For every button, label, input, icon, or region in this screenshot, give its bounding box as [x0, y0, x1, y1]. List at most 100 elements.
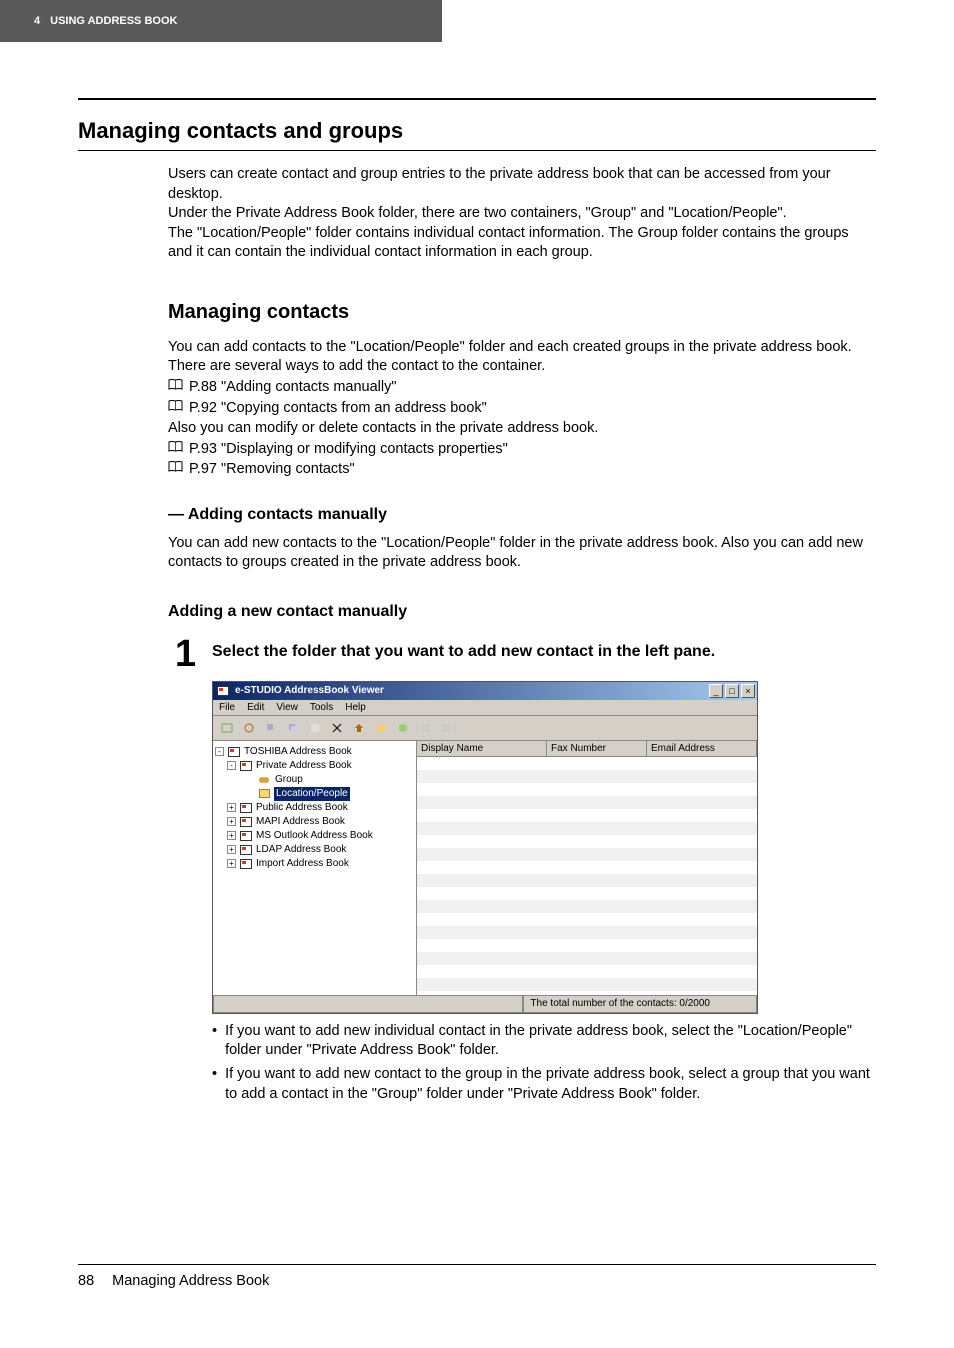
addressbook-icon — [240, 803, 252, 813]
chapter-title: USING ADDRESS BOOK — [50, 15, 177, 27]
addressbook-icon — [240, 831, 252, 841]
tree-expand-icon[interactable]: + — [227, 859, 236, 868]
crossref-3-text: P.93 "Displaying or modifying contacts p… — [189, 440, 508, 460]
menu-edit[interactable]: Edit — [247, 702, 264, 713]
step-1: 1 Select the folder that you want to add… — [168, 635, 876, 673]
book-icon — [168, 460, 183, 480]
window-title: e-STUDIO AddressBook Viewer — [235, 685, 384, 696]
addressbook-icon — [228, 747, 240, 757]
subsection-heading: — Adding contacts manually — [168, 506, 876, 524]
list-header: Display Name Fax Number Email Address — [417, 741, 757, 757]
crossref-2-text: P.92 "Copying contacts from an address b… — [189, 399, 487, 419]
tree-mapi[interactable]: MAPI Address Book — [256, 815, 345, 829]
page-heading: Managing contacts and groups — [78, 118, 876, 151]
menu-view[interactable]: View — [276, 702, 298, 713]
statusbar: The total number of the contacts: 0/2000 — [213, 995, 757, 1013]
maximize-button[interactable]: □ — [725, 684, 739, 698]
status-text: The total number of the contacts: 0/2000 — [523, 996, 757, 1013]
col-fax-number[interactable]: Fax Number — [547, 741, 647, 756]
group-icon — [259, 775, 271, 785]
intro-block: Users can create contact and group entri… — [168, 165, 876, 263]
subsection-body: You can add new contacts to the "Locatio… — [168, 534, 876, 573]
sec1-p1: You can add contacts to the "Location/Pe… — [168, 338, 876, 358]
book-icon — [168, 399, 183, 419]
minimize-button[interactable]: _ — [709, 684, 723, 698]
toolbar-icon[interactable] — [263, 720, 279, 736]
bullet-1: If you want to add new individual contac… — [225, 1022, 876, 1061]
close-button[interactable]: × — [741, 684, 755, 698]
folder-icon — [259, 789, 270, 798]
addressbook-icon — [240, 859, 252, 869]
book-icon — [168, 440, 183, 460]
tree-outlook[interactable]: MS Outlook Address Book — [256, 829, 373, 843]
crossref-1: P.88 "Adding contacts manually" — [168, 378, 876, 398]
toolbar-icon[interactable] — [241, 720, 257, 736]
toolbar-icon[interactable] — [395, 720, 411, 736]
toolbar — [213, 716, 757, 741]
tree-expand-icon[interactable]: + — [227, 817, 236, 826]
toolbar-icon[interactable] — [307, 720, 323, 736]
tree-expand-icon[interactable]: + — [227, 831, 236, 840]
sec1-p2: There are several ways to add the contac… — [168, 357, 876, 377]
toolbar-icon[interactable] — [439, 720, 455, 736]
sec2-p1: You can add new contacts to the "Locatio… — [168, 534, 876, 573]
book-icon — [168, 378, 183, 398]
tree-import[interactable]: Import Address Book — [256, 857, 349, 871]
addressbook-icon — [240, 761, 252, 771]
addressbook-icon — [240, 817, 252, 827]
menu-help[interactable]: Help — [345, 702, 366, 713]
screenshot-addressbook-viewer: e-STUDIO AddressBook Viewer _ □ × File E… — [212, 681, 876, 1014]
addressbook-icon — [240, 845, 252, 855]
toolbar-icon[interactable] — [417, 720, 433, 736]
app-icon — [217, 686, 229, 696]
intro-p2: Under the Private Address Book folder, t… — [168, 204, 876, 224]
crossref-4: P.97 "Removing contacts" — [168, 460, 876, 480]
section-heading: Managing contacts — [168, 301, 876, 324]
step-text: Select the folder that you want to add n… — [212, 635, 876, 661]
toolbar-icon[interactable] — [351, 720, 367, 736]
col-email[interactable]: Email Address — [647, 741, 757, 756]
list-rows — [417, 757, 757, 991]
tree-root[interactable]: TOSHIBA Address Book — [244, 745, 352, 759]
page-footer: 88 Managing Address Book — [78, 1265, 876, 1289]
app-window: e-STUDIO AddressBook Viewer _ □ × File E… — [212, 681, 758, 1014]
toolbar-icon[interactable] — [329, 720, 345, 736]
step-number: 1 — [168, 635, 196, 673]
menu-tools[interactable]: Tools — [310, 702, 333, 713]
tree-private[interactable]: Private Address Book — [256, 759, 352, 773]
section-body: You can add contacts to the "Location/Pe… — [168, 338, 876, 480]
chapter-number: 4 — [34, 15, 40, 27]
chapter-header: 4 USING ADDRESS BOOK — [0, 0, 442, 42]
tree-collapse-icon[interactable]: - — [215, 747, 224, 756]
list-pane[interactable]: Display Name Fax Number Email Address — [417, 741, 757, 995]
toolbar-icon[interactable] — [285, 720, 301, 736]
tree-expand-icon[interactable]: + — [227, 803, 236, 812]
bullet-2: If you want to add new contact to the gr… — [225, 1065, 876, 1104]
crossref-2: P.92 "Copying contacts from an address b… — [168, 399, 876, 419]
toolbar-icon[interactable] — [219, 720, 235, 736]
divider-top — [78, 98, 876, 100]
tree-location-people[interactable]: Location/People — [274, 787, 350, 801]
tree-public[interactable]: Public Address Book — [256, 801, 348, 815]
crossref-3: P.93 "Displaying or modifying contacts p… — [168, 440, 876, 460]
toolbar-icon[interactable] — [373, 720, 389, 736]
menu-file[interactable]: File — [219, 702, 235, 713]
tree-ldap[interactable]: LDAP Address Book — [256, 843, 346, 857]
intro-p3: The "Location/People" folder contains in… — [168, 224, 876, 263]
crossref-4-text: P.97 "Removing contacts" — [189, 460, 355, 480]
tree-group[interactable]: Group — [275, 773, 303, 787]
sec1-p3: Also you can modify or delete contacts i… — [168, 419, 876, 439]
tree-expand-icon[interactable]: + — [227, 845, 236, 854]
bullet-icon: • — [212, 1022, 217, 1061]
intro-p1: Users can create contact and group entri… — [168, 165, 876, 204]
page-number: 88 — [78, 1273, 94, 1289]
procedure-heading: Adding a new contact manually — [168, 603, 876, 621]
tree-collapse-icon[interactable]: - — [227, 761, 236, 770]
footer-title: Managing Address Book — [112, 1273, 269, 1289]
window-titlebar: e-STUDIO AddressBook Viewer _ □ × — [213, 682, 757, 700]
col-display-name[interactable]: Display Name — [417, 741, 547, 756]
bullet-list: • If you want to add new individual cont… — [212, 1022, 876, 1104]
menubar: File Edit View Tools Help — [213, 700, 757, 716]
bullet-icon: • — [212, 1065, 217, 1104]
tree-pane[interactable]: -TOSHIBA Address Book -Private Address B… — [213, 741, 417, 995]
